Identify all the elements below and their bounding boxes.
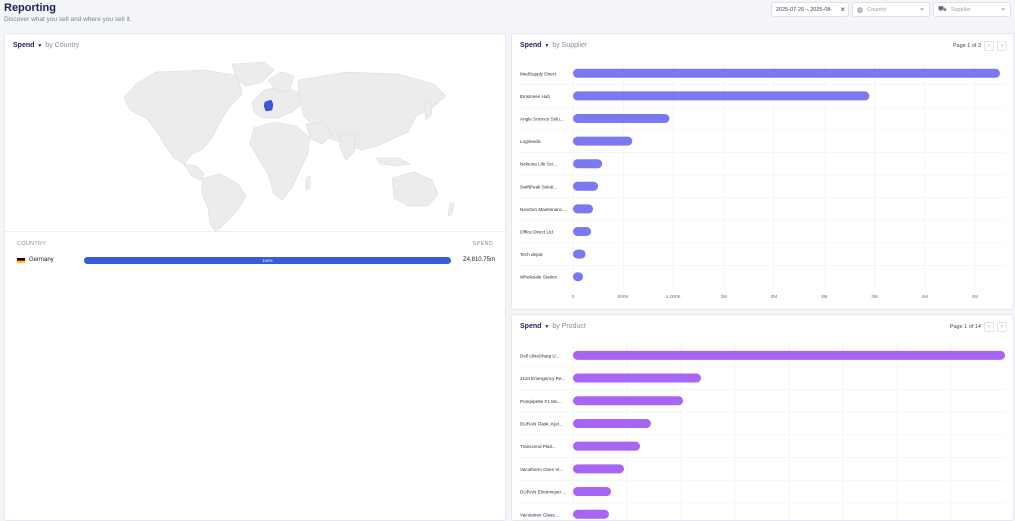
category-label: Vacutainer Glass...: [520, 512, 558, 517]
bar: [573, 373, 701, 383]
tick-label: 2M: [771, 294, 778, 299]
bar: [573, 114, 670, 123]
tick-label: 2M: [721, 294, 728, 299]
category-label: Angle Science Solu...: [520, 117, 564, 122]
tick-label: 4M: [972, 294, 979, 299]
tick-label: 3M: [871, 294, 878, 299]
bar: [573, 350, 1005, 360]
bar: [573, 136, 633, 146]
bar: [573, 509, 609, 519]
category-label: Dell UltraSharp U...: [520, 353, 560, 358]
divider: [5, 231, 507, 232]
bar: [573, 227, 592, 236]
bar: [573, 418, 651, 428]
globe-icon: ◍: [857, 6, 864, 14]
map-africa: [249, 121, 311, 201]
column-header-country: COUNTRY: [17, 241, 47, 247]
close-icon[interactable]: ×: [840, 5, 845, 14]
category-label: MedSupply Direct: [520, 71, 557, 76]
tick-label: 500K: [618, 294, 630, 299]
spend-by-country-panel: Spend ▼ by Country COUNTRY SPEND Germany…: [4, 33, 507, 521]
page-header: Reporting Discover what you sell and whe…: [0, 0, 1015, 32]
category-label: Office Direct Ltd.: [520, 230, 554, 235]
category-label: Tech depot: [520, 252, 543, 257]
category-label: Pompipette F1 Mu...: [520, 399, 561, 404]
map-indonesia: [375, 157, 411, 167]
chevron-down-icon: ⌄: [919, 5, 925, 12]
bar: [573, 487, 611, 497]
category-label: SwiftPeak Soluti...: [520, 184, 557, 189]
spend-by-supplier-panel: Spend ▼ by Supplier Page 1 of 3 ‹ › MedS…: [511, 33, 1014, 310]
bar: [573, 68, 1000, 78]
bar: [573, 91, 870, 101]
page-title: Reporting: [4, 2, 56, 14]
category-label: 2110 Emergency Re...: [520, 376, 565, 381]
supplier-select[interactable]: ⛟ Supplier ⌄: [933, 2, 1011, 17]
bar: [573, 396, 683, 406]
country-row[interactable]: Germany 100% Z4,810.75m: [17, 256, 495, 266]
chevron-down-icon: ⌄: [1000, 5, 1006, 12]
category-label: Einstones Hub: [520, 94, 550, 99]
bar: [573, 204, 594, 214]
bar: [573, 272, 584, 282]
country-select[interactable]: ◍ Country ⌄: [852, 2, 930, 17]
page-subtitle: Discover what you sell and where you sel…: [4, 16, 132, 23]
tick-label: 4M: [921, 294, 928, 299]
map-australia: [391, 171, 439, 207]
category-label: Vacutherm Oven Vi...: [520, 467, 563, 472]
map-south-america: [201, 173, 247, 232]
map-central-america: [183, 163, 205, 181]
germany-flag-icon: [17, 258, 25, 263]
category-label: Nelsona Life Sci...: [520, 162, 557, 167]
map-germany: [263, 99, 274, 112]
map-madagascar: [305, 175, 311, 191]
spend-by-product-panel: Spend ▼ by Product Page 1 of 14 ‹ › Dell…: [511, 314, 1014, 521]
column-header-spend: SPEND: [472, 241, 493, 247]
product-bar-chart: Dell UltraSharp U... 2110 Emergency Re...…: [518, 344, 1005, 521]
map-new-zealand: [447, 201, 455, 217]
bar: [573, 464, 624, 474]
category-label: Transcend Plati...: [520, 444, 556, 449]
metric-label: Spend: [13, 42, 35, 49]
dimension-label: by Country: [45, 42, 80, 49]
tick-label: 1,000K: [666, 294, 681, 299]
bar: [573, 181, 599, 191]
supplier-bar-chart: MedSupply Direct Einstones Hub Angle Scien…: [518, 62, 1005, 299]
category-label: Logimedic: [520, 139, 542, 144]
filter-bar: 2025-07-26 – 2025-08- × ◍ Country ⌄ ⛟ Su…: [771, 2, 1011, 17]
category-label: NeoGen Maintenanc...: [520, 207, 566, 212]
supplier-select-placeholder: Supplier: [950, 6, 971, 13]
truck-icon: ⛟: [938, 6, 947, 13]
date-range-filter[interactable]: 2025-07-26 – 2025-08- ×: [771, 2, 849, 17]
world-map[interactable]: [6, 54, 506, 232]
tick-label: 0: [572, 294, 575, 299]
category-label: Wholesale Station: [520, 275, 557, 280]
tick-label: 3M: [821, 294, 828, 299]
country-name: Germany: [29, 257, 54, 263]
bar: [573, 441, 640, 451]
country-spend-value: Z4,810.75m: [462, 257, 495, 263]
map-india: [339, 133, 357, 161]
category-label: DURAN Flask, Kjel...: [520, 421, 563, 426]
bar: [573, 249, 586, 259]
country-share-bar: 100%: [84, 257, 451, 264]
date-range-value: 2025-07-26 – 2025-08-: [776, 6, 833, 13]
metric-selector[interactable]: Spend ▼ by Country: [13, 42, 79, 49]
bar: [573, 159, 603, 169]
caret-down-icon: ▼: [37, 42, 43, 49]
country-select-placeholder: Country: [867, 6, 887, 13]
map-north-america: [123, 69, 243, 165]
category-label: DURAN Erlenmeyer ...: [520, 490, 566, 495]
